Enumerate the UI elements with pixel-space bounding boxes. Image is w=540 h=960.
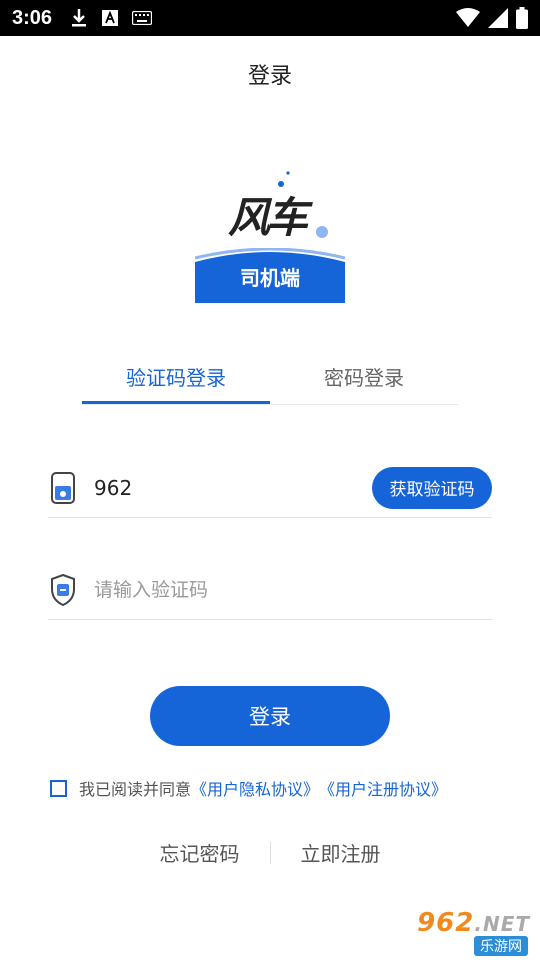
phone-field: 962 获取验证码	[48, 458, 492, 518]
watermark-main: 962.NET	[417, 908, 530, 938]
status-left-icons	[70, 8, 153, 28]
phone-number-value[interactable]: 962	[94, 476, 372, 500]
agreement: 我已阅读并同意 《用户隐私协议》 《用户注册协议》	[50, 776, 447, 800]
agreement-checkbox[interactable]	[50, 779, 67, 797]
status-time: 3:06	[12, 6, 53, 29]
bottom-links: 忘记密码 立即注册	[0, 838, 540, 867]
battery-icon	[516, 7, 528, 29]
logo-wordmark: 风车	[228, 193, 308, 242]
register-link[interactable]: 立即注册	[271, 838, 411, 867]
status-right-icons	[456, 7, 528, 29]
shield-verify-icon	[48, 573, 78, 607]
logo: 风车 司机端	[190, 168, 350, 308]
keyboard-icon	[132, 11, 153, 25]
privacy-agreement-link[interactable]: 《用户隐私协议》	[191, 776, 319, 800]
watermark-logo: 962.NET 乐游网	[402, 904, 534, 956]
forgot-password-link[interactable]: 忘记密码	[130, 838, 270, 867]
register-agreement-link[interactable]: 《用户注册协议》	[319, 776, 447, 800]
page-title: 登录	[247, 64, 292, 89]
login-tabs: 验证码登录 密码登录	[82, 360, 458, 405]
code-input[interactable]	[94, 578, 492, 601]
status-bar: 3:06	[0, 0, 540, 36]
phone-icon	[48, 471, 78, 505]
code-field	[48, 560, 492, 620]
agreement-text: 我已阅读并同意	[79, 780, 192, 799]
get-code-button[interactable]: 获取验证码	[372, 466, 492, 509]
tab-password-login[interactable]: 密码登录	[270, 360, 458, 404]
watermark-sub: 乐游网	[474, 936, 528, 956]
wifi-icon	[456, 8, 480, 27]
a-badge-icon	[102, 10, 119, 26]
download-icon	[72, 9, 87, 27]
tab-sms-login[interactable]: 验证码登录	[82, 360, 270, 404]
logo-label: 司机端	[240, 266, 300, 290]
login-button[interactable]: 登录	[150, 686, 390, 746]
signal-icon	[488, 8, 508, 28]
